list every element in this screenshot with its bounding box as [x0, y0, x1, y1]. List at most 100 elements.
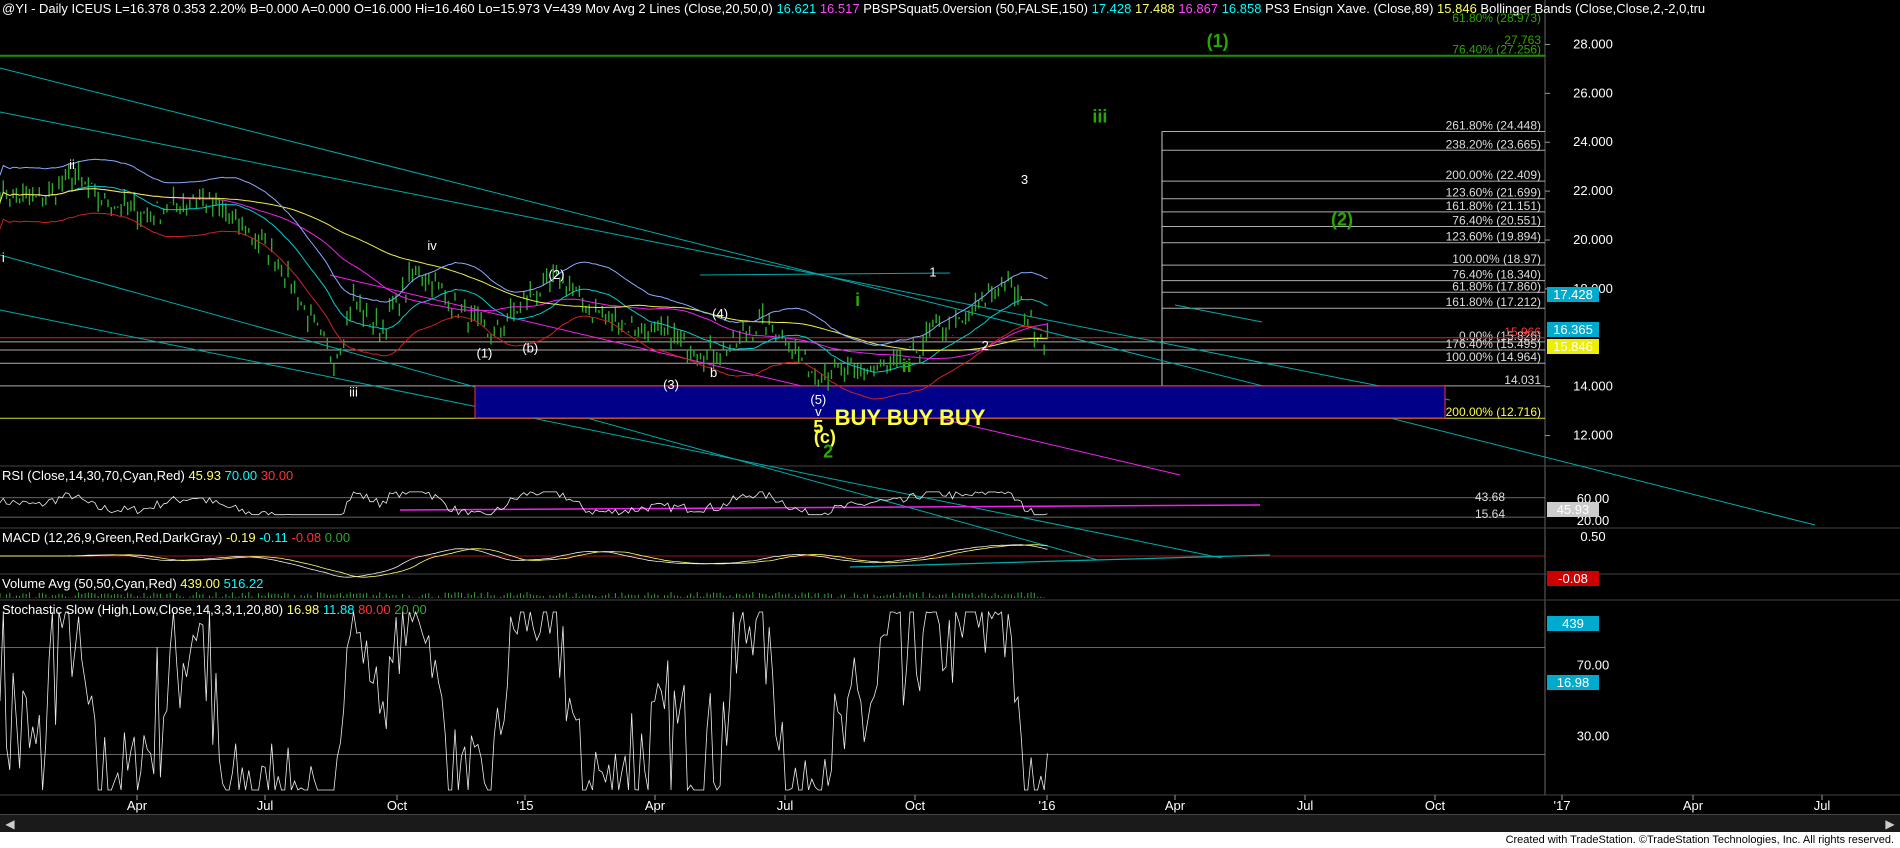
header-part: B=0.000	[250, 1, 302, 16]
copyright-footer: Created with TradeStation. ©TradeStation…	[0, 832, 1900, 848]
header-part: Mov Avg 2 Lines (Close,20,50,0)	[585, 1, 776, 16]
x-tick-label: Apr	[1165, 798, 1186, 813]
header-part: 17.488	[1135, 1, 1178, 16]
fib-label: 161.80% (21.151)	[1446, 199, 1541, 213]
x-tick-label: '17	[1554, 798, 1571, 813]
indicator-value: 30.00	[261, 468, 294, 483]
wave-label: 2	[823, 442, 833, 462]
indicator-value: 45.93	[188, 468, 224, 483]
x-tick-label: Apr	[127, 798, 148, 813]
chart-header: @YI - Daily ICEUS L=16.378 0.353 2.20% B…	[2, 1, 1705, 16]
header-part: @YI - Daily ICEUS	[2, 1, 115, 16]
fib-label: 123.60% (19.894)	[1446, 230, 1541, 244]
header-part: O=16.000	[354, 1, 415, 16]
rsi-level-label: 15.64	[1475, 507, 1505, 521]
wave-label: iv	[427, 238, 437, 253]
wave-label: ii	[69, 157, 75, 172]
indicator-tag-label: 16.98	[1557, 675, 1590, 690]
wave-label: (2)	[549, 267, 565, 282]
wave-label: 3	[1021, 172, 1028, 187]
indicator-title: Stochastic Slow (High,Low,Close,14,3,3,1…	[2, 602, 427, 617]
indicator-value: -0.11	[259, 530, 291, 545]
scroll-left-arrow-icon[interactable]: ◀	[2, 815, 18, 833]
indicator-title-text: Stochastic Slow (High,Low,Close,14,3,3,1…	[2, 602, 287, 617]
indicator-value: 439.00	[180, 576, 223, 591]
x-tick-label: Jul	[777, 798, 794, 813]
fib-label: 76.40% (20.551)	[1452, 214, 1541, 228]
x-tick-label: Jul	[257, 798, 274, 813]
wave-label: (b)	[522, 340, 538, 355]
fib-label: 100.00% (18.97)	[1452, 252, 1541, 266]
indicator-tag-label: 45.93	[1557, 502, 1590, 517]
fib-label: 61.80% (17.860)	[1452, 279, 1541, 293]
header-part: 0.353	[173, 1, 209, 16]
stoch-tick: 30.00	[1577, 729, 1610, 744]
indicator-tag-label: 439	[1562, 616, 1584, 631]
stoch-tick: 70.00	[1577, 657, 1610, 672]
header-part: PBSPSquat5.0version (50,FALSE,150)	[863, 1, 1091, 16]
indicator-value: 70.00	[225, 468, 261, 483]
fib-label: 100.00% (14.964)	[1446, 350, 1541, 364]
x-tick-label: Apr	[645, 798, 666, 813]
scroll-right-arrow-icon[interactable]: ▶	[1882, 815, 1898, 833]
buy-zone-label: BUY BUY BUY	[835, 405, 986, 430]
header-part: A=0.000	[301, 1, 353, 16]
header-part: 16.867	[1178, 1, 1221, 16]
y-tick-label: 14.000	[1573, 379, 1613, 394]
wave-label: i	[2, 250, 5, 265]
price-tag-label: 15.846	[1553, 339, 1593, 354]
indicator-value: 80.00	[358, 602, 394, 617]
header-part: 17.428	[1092, 1, 1135, 16]
wave-label: (4)	[712, 306, 728, 321]
wave-label: (1)	[1207, 31, 1229, 51]
y-tick-label: 22.000	[1573, 183, 1613, 198]
x-tick-label: Jul	[1814, 798, 1831, 813]
indicator-title: MACD (12,26,9,Green,Red,DarkGray) -0.19 …	[2, 530, 350, 545]
wave-label: 2	[982, 338, 989, 353]
y-tick-label: 24.000	[1573, 134, 1613, 149]
indicator-title-text: Volume Avg (50,50,Cyan,Red)	[2, 576, 180, 591]
indicator-title: RSI (Close,14,30,70,Cyan,Red) 45.93 70.0…	[2, 468, 293, 483]
indicator-title-text: MACD (12,26,9,Green,Red,DarkGray)	[2, 530, 226, 545]
wave-label: (2)	[1331, 209, 1353, 229]
header-part: Bollinger Bands (Close,Close,2,-2,0,tru	[1480, 1, 1705, 16]
x-tick-label: '15	[517, 798, 534, 813]
indicator-value: -0.19	[226, 530, 259, 545]
header-part: 2.20%	[209, 1, 249, 16]
fib-label: 14.031	[1504, 373, 1541, 387]
header-part: 15.846	[1437, 1, 1480, 16]
header-part: Lo=15.973	[478, 1, 543, 16]
y-tick-label: 12.000	[1573, 428, 1613, 443]
wave-label: iii	[1092, 107, 1107, 127]
indicator-value: 516.22	[224, 576, 264, 591]
x-tick-label: '16	[1039, 798, 1056, 813]
red-line-label: 15.966	[1504, 325, 1541, 339]
wave-label: b	[710, 365, 717, 380]
rsi-level-label: 43.68	[1475, 490, 1505, 504]
wave-label: (3)	[663, 377, 679, 392]
header-part: L=16.378	[115, 1, 173, 16]
fib-label: 176.40% (15.495)	[1446, 337, 1541, 351]
header-part: Hi=16.460	[415, 1, 478, 16]
y-tick-label: 20.000	[1573, 232, 1613, 247]
x-tick-label: Oct	[1425, 798, 1446, 813]
wave-label: 1	[929, 265, 936, 280]
header-part: 16.517	[820, 1, 863, 16]
header-part: 16.858	[1222, 1, 1265, 16]
indicator-value: -0.08	[292, 530, 325, 545]
price-tag-label: 17.428	[1553, 287, 1593, 302]
top-fib-label: 27.763	[1504, 33, 1541, 47]
fib-label: 123.60% (21.699)	[1446, 186, 1541, 200]
header-part: PS3 Ensign Xave. (Close,89)	[1265, 1, 1437, 16]
wave-label: i	[855, 290, 860, 310]
copyright-text: Created with TradeStation. ©TradeStation…	[1505, 834, 1894, 846]
horizontal-scrollbar[interactable]: ◀ ▶	[0, 814, 1900, 833]
fib-label: 261.80% (24.448)	[1446, 118, 1541, 132]
fib-label: 200.00% (22.409)	[1446, 168, 1541, 182]
x-tick-label: Jul	[1297, 798, 1314, 813]
y-tick-label: 28.000	[1573, 36, 1613, 51]
macd-tick: 0.50	[1580, 529, 1605, 544]
chart-canvas[interactable]: 76.40% (27.256)261.80% (24.448)238.20% (…	[0, 0, 1900, 814]
indicator-tag-label: -0.08	[1558, 571, 1588, 586]
indicator-title: Volume Avg (50,50,Cyan,Red) 439.00 516.2…	[2, 576, 263, 591]
